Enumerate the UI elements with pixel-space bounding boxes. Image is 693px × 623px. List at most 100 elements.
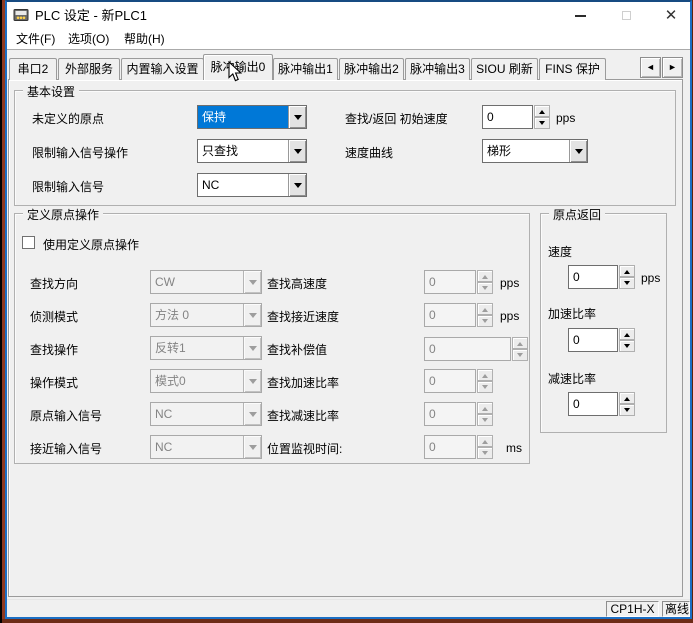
position-monitor-time-unit: ms [506, 441, 522, 455]
detect-mode-combo: 方法 0 [150, 303, 262, 327]
tab-pulse-output-3[interactable]: 脉冲输出3 [405, 58, 470, 80]
search-compensation-spinner: 0 [424, 337, 528, 361]
close-icon: ✕ [665, 8, 678, 23]
spin-down-icon [477, 414, 493, 426]
menubar: 文件(F) 选项(O) 帮助(H) [7, 29, 690, 50]
speed-curve-label: 速度曲线 [345, 144, 393, 161]
chevron-down-icon [243, 403, 261, 425]
maximize-button [609, 2, 643, 29]
limit-input-operation-label: 限制输入信号操作 [32, 144, 128, 161]
chevron-down-icon [243, 304, 261, 326]
spin-down-icon[interactable] [619, 404, 635, 416]
search-accel-ratio-label: 查找加速比率 [267, 374, 339, 391]
tab-builtin-input[interactable]: 内置输入设置 [121, 58, 204, 80]
spin-up-icon[interactable] [619, 392, 635, 404]
return-speed-unit: pps [641, 271, 660, 285]
operation-mode-label: 操作模式 [30, 374, 78, 391]
search-compensation-label: 查找补偿值 [267, 341, 327, 358]
chevron-down-icon [243, 271, 261, 293]
search-high-speed-spinner: 0 [424, 270, 493, 294]
search-direction-label: 查找方向 [30, 275, 78, 292]
operation-mode-combo: 模式0 [150, 369, 262, 393]
spin-up-icon [477, 435, 493, 447]
detect-mode-label: 侦测模式 [30, 308, 78, 325]
tab-pulse-output-2[interactable]: 脉冲输出2 [339, 58, 404, 80]
search-operation-combo: 反转1 [150, 336, 262, 360]
proximity-input-signal-combo: NC [150, 435, 262, 459]
search-direction-combo: CW [150, 270, 262, 294]
menu-help[interactable]: 帮助(H) [120, 29, 169, 49]
spin-down-icon [477, 315, 493, 327]
position-monitor-time-label: 位置监视时间: [267, 440, 342, 457]
chevron-down-icon[interactable] [288, 174, 306, 196]
search-high-speed-unit: pps [500, 276, 519, 290]
spin-up-icon[interactable] [619, 265, 635, 277]
return-decel-ratio-label: 减速比率 [548, 370, 596, 387]
spin-up-icon [477, 270, 493, 282]
search-accel-ratio-spinner: 0 [424, 369, 493, 393]
spin-down-icon[interactable] [619, 277, 635, 289]
search-decel-ratio-label: 查找减速比率 [267, 407, 339, 424]
return-speed-spinner[interactable]: 0 [568, 265, 635, 289]
spin-down-icon [477, 447, 493, 459]
window-title: PLC 设定 - 新PLC1 [35, 2, 147, 29]
return-speed-label: 速度 [548, 243, 572, 260]
limit-input-operation-combo[interactable]: 只查找 [197, 139, 307, 163]
use-define-origin-checkbox[interactable] [22, 236, 35, 249]
return-accel-ratio-label: 加速比率 [548, 305, 596, 322]
spin-down-icon [477, 282, 493, 294]
initial-speed-unit: pps [556, 111, 575, 125]
group-origin-return-title: 原点返回 [549, 206, 605, 223]
tab-pulse-output-1[interactable]: 脉冲输出1 [273, 58, 338, 80]
mouse-cursor [228, 61, 243, 83]
search-high-speed-label: 查找高速度 [267, 275, 327, 292]
tab-external-service[interactable]: 外部服务 [58, 58, 120, 80]
spin-down-icon [512, 349, 528, 361]
close-button[interactable]: ✕ [654, 2, 688, 29]
spin-up-icon [477, 303, 493, 315]
app-icon [13, 7, 29, 23]
position-monitor-time-spinner: 0 [424, 435, 493, 459]
titlebar[interactable]: PLC 设定 - 新PLC1 ✕ [7, 2, 690, 29]
return-decel-ratio-spinner[interactable]: 0 [568, 392, 635, 416]
spin-up-icon [477, 402, 493, 414]
desktop-edge-bottom [2, 619, 693, 623]
chevron-down-icon [243, 337, 261, 359]
tab-serial2[interactable]: 串口2 [9, 58, 57, 80]
spin-up-icon[interactable] [534, 105, 550, 117]
limit-input-signal-combo[interactable]: NC [197, 173, 307, 197]
limit-input-signal-label: 限制输入信号 [32, 178, 104, 195]
group-basic-settings-title: 基本设置 [23, 83, 79, 100]
tab-scroll-right-button[interactable]: ► [662, 57, 683, 78]
statusbar: CP1H-X 离线 [7, 599, 690, 617]
status-device: CP1H-X [606, 601, 659, 617]
tab-scroll-left-button[interactable]: ◄ [640, 57, 661, 78]
origin-input-signal-label: 原点输入信号 [30, 407, 102, 424]
search-proximity-speed-label: 查找接近速度 [267, 308, 339, 325]
menu-options[interactable]: 选项(O) [64, 29, 113, 49]
minimize-icon [575, 15, 586, 17]
chevron-down-icon[interactable] [569, 140, 587, 162]
menu-file[interactable]: 文件(F) [12, 29, 59, 49]
chevron-down-icon[interactable] [288, 140, 306, 162]
return-accel-ratio-spinner[interactable]: 0 [568, 328, 635, 352]
spin-down-icon[interactable] [534, 117, 550, 129]
proximity-input-signal-label: 接近输入信号 [30, 440, 102, 457]
tab-siou-refresh[interactable]: SIOU 刷新 [471, 58, 538, 80]
group-define-origin-title: 定义原点操作 [23, 206, 103, 223]
chevron-down-icon [243, 436, 261, 458]
spin-up-icon[interactable] [619, 328, 635, 340]
chevron-down-icon[interactable] [288, 106, 306, 128]
search-decel-ratio-spinner: 0 [424, 402, 493, 426]
maximize-icon [622, 11, 631, 20]
search-proximity-speed-unit: pps [500, 309, 519, 323]
spin-down-icon [477, 381, 493, 393]
spin-up-icon [512, 337, 528, 349]
spin-down-icon[interactable] [619, 340, 635, 352]
undefined-origin-combo[interactable]: 保持 [197, 105, 307, 129]
speed-curve-combo[interactable]: 梯形 [482, 139, 588, 163]
minimize-button[interactable] [563, 2, 597, 29]
chevron-down-icon [243, 370, 261, 392]
tab-fins-protect[interactable]: FINS 保护 [539, 58, 606, 80]
initial-speed-spinner[interactable]: 0 [482, 105, 550, 129]
